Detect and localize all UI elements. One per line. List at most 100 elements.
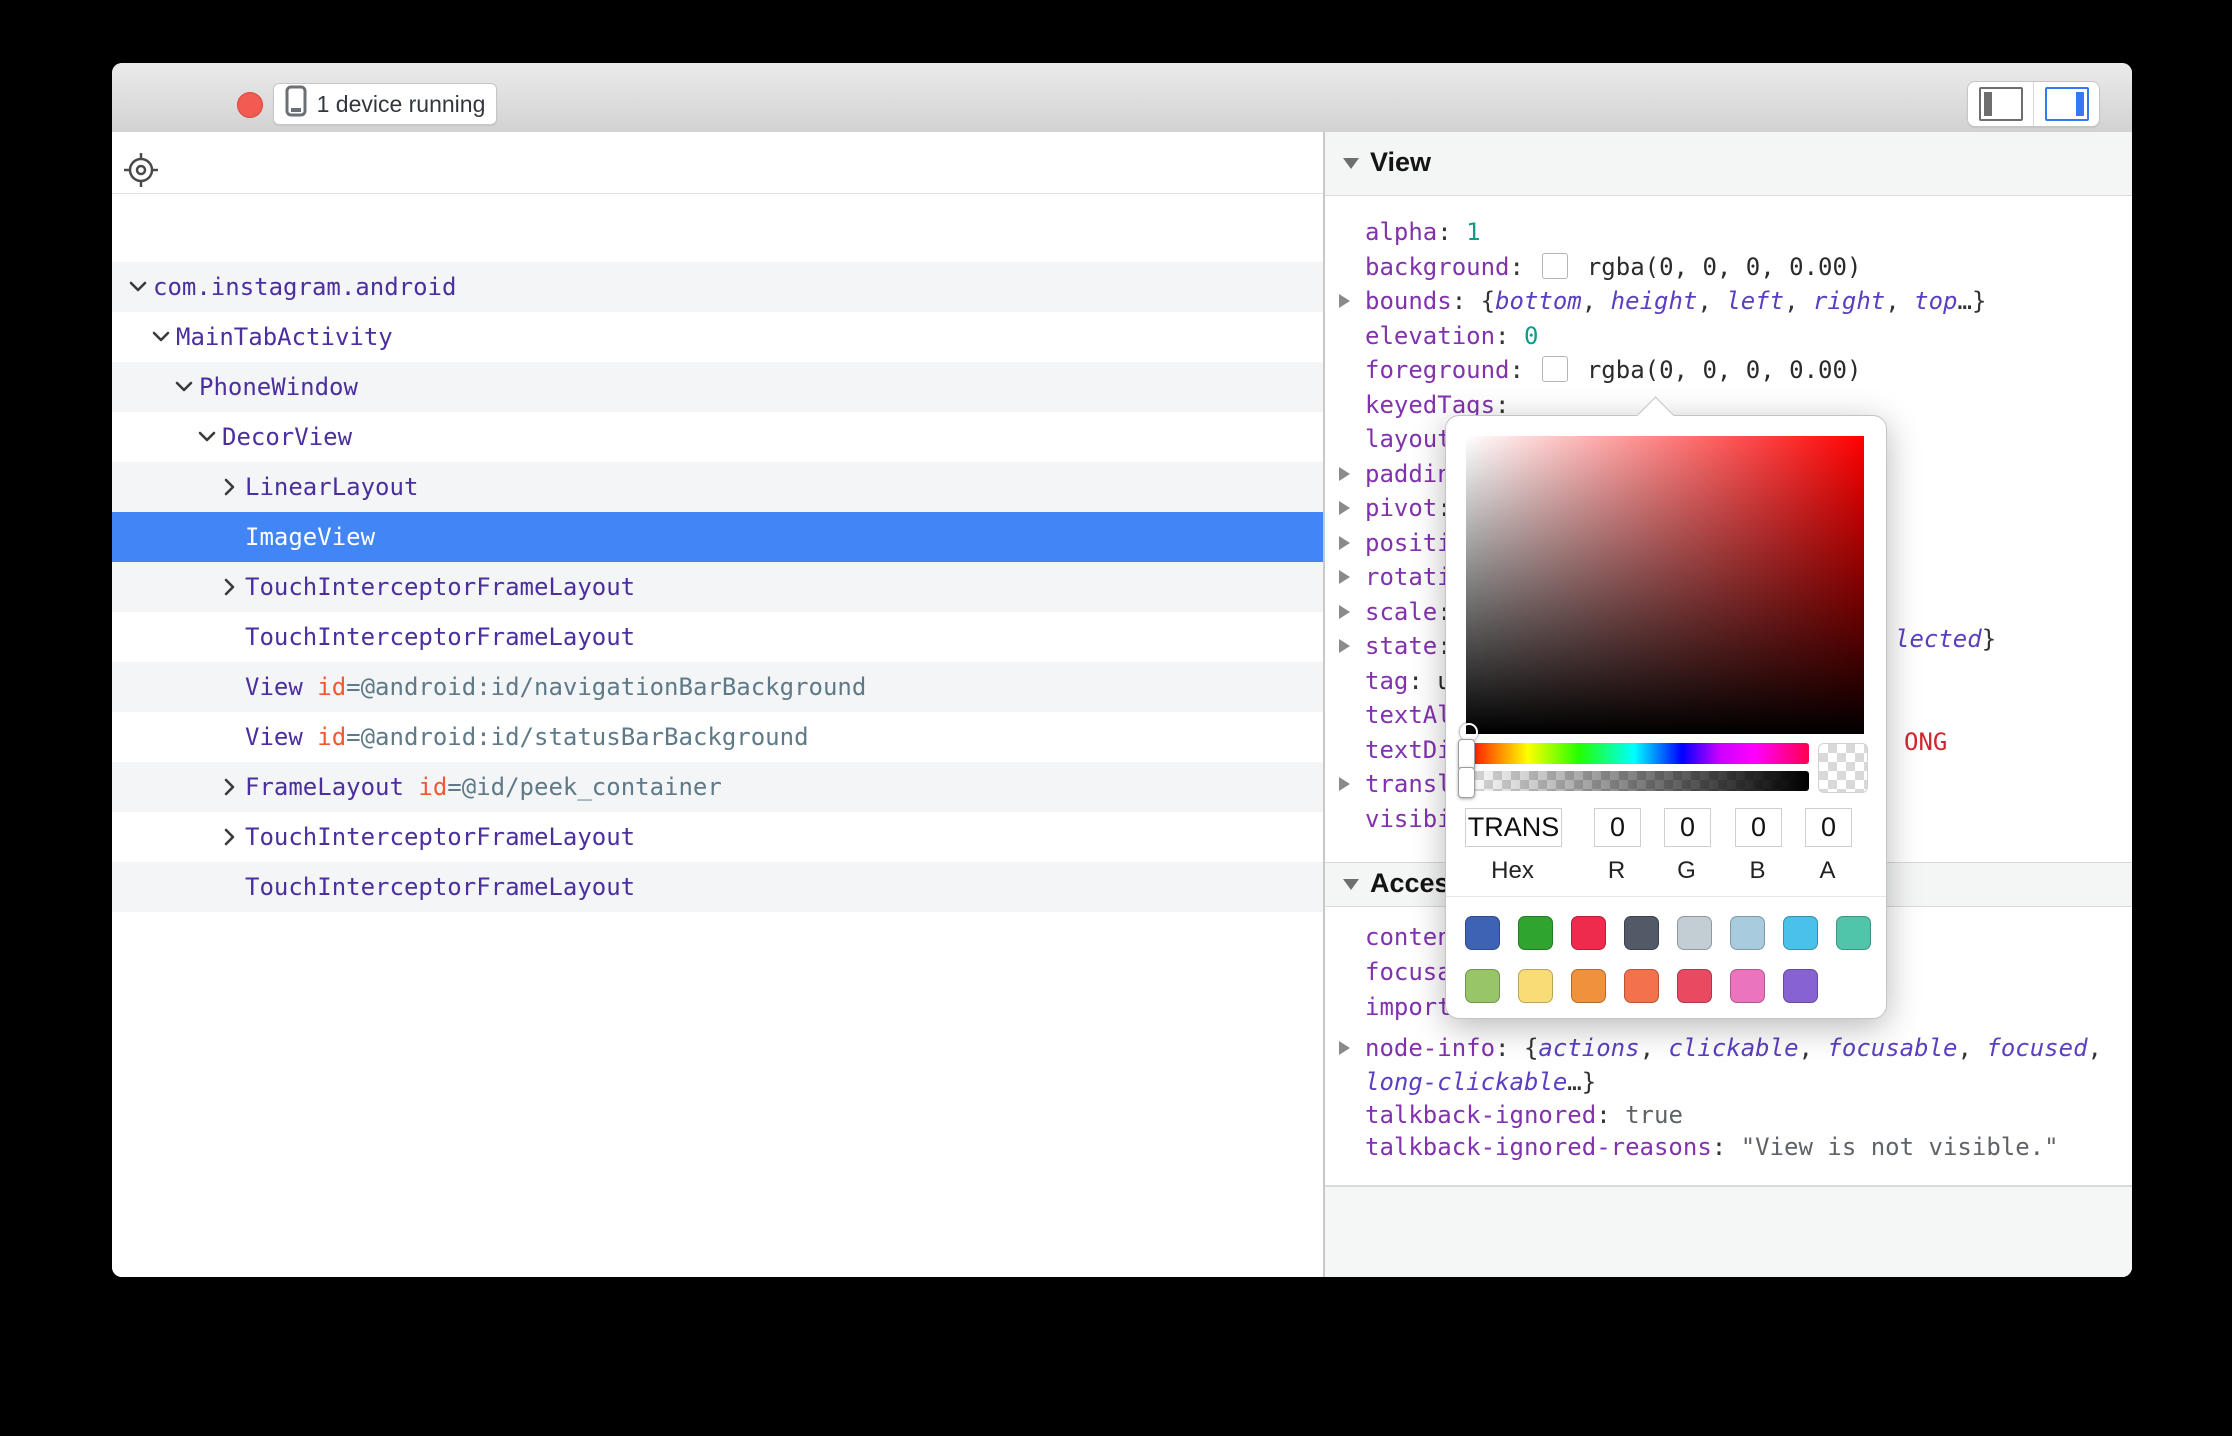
chevron-down-icon[interactable] xyxy=(128,262,148,312)
tree-row-view[interactable]: View id=@android:id/statusBarBackground xyxy=(112,712,1323,762)
expand-triangle-icon[interactable] xyxy=(1339,639,1350,653)
hex-input[interactable]: TRANS xyxy=(1465,808,1562,847)
color-preview-swatch xyxy=(1818,743,1868,793)
tree-row-touchinterceptorframelayout[interactable]: TouchInterceptorFrameLayout xyxy=(112,612,1323,662)
text-segment: background xyxy=(1365,253,1510,281)
r-label: R xyxy=(1594,856,1639,886)
text-segment: : { xyxy=(1495,1034,1538,1062)
text-segment: : xyxy=(1408,667,1437,695)
property-text: focusa xyxy=(1365,955,1452,990)
tree-row-touchinterceptorframelayout[interactable]: TouchInterceptorFrameLayout xyxy=(112,562,1323,612)
expand-triangle-icon[interactable] xyxy=(1339,605,1350,619)
preset-color-swatch[interactable] xyxy=(1571,969,1606,1003)
blue-input[interactable]: 0 xyxy=(1735,808,1782,847)
expand-triangle-icon[interactable] xyxy=(1339,1041,1350,1055)
tree-row-com.instagram.android[interactable]: com.instagram.android xyxy=(112,262,1323,312)
chevron-right-icon[interactable] xyxy=(220,812,240,862)
property-text: positi xyxy=(1365,526,1452,561)
toggle-right-panel-button[interactable] xyxy=(2033,82,2099,126)
property-text: visibi xyxy=(1365,802,1452,837)
preset-color-swatch[interactable] xyxy=(1465,916,1500,950)
tree-row-framelayout[interactable]: FrameLayout id=@id/peek_container xyxy=(112,762,1323,812)
preset-color-swatch[interactable] xyxy=(1730,969,1765,1003)
tree-row-view[interactable]: View id=@android:id/navigationBarBackgro… xyxy=(112,662,1323,712)
preset-color-swatch[interactable] xyxy=(1518,969,1553,1003)
tree-row-decorview[interactable]: DecorView xyxy=(112,412,1323,462)
tree-row-linearlayout[interactable]: LinearLayout xyxy=(112,462,1323,512)
expand-triangle-icon[interactable] xyxy=(1339,777,1350,791)
text-segment: textAl xyxy=(1365,701,1452,729)
preset-color-swatch[interactable] xyxy=(1518,916,1553,950)
tree-row-label: com.instagram.android xyxy=(153,262,456,312)
preset-color-swatch[interactable] xyxy=(1783,916,1818,950)
property-row-bounds: bounds: {bottom, height, left, right, to… xyxy=(1325,284,2132,319)
text-segment: visibi xyxy=(1365,805,1452,833)
hue-slider[interactable] xyxy=(1466,743,1809,764)
alpha-slider[interactable] xyxy=(1466,771,1809,791)
preset-color-swatch[interactable] xyxy=(1624,916,1659,950)
collapse-triangle-icon xyxy=(1343,879,1359,890)
preset-color-swatch[interactable] xyxy=(1783,969,1818,1003)
text-segment: rgba(0, 0, 0, 0.00) xyxy=(1572,356,1861,384)
property-text: talkback-ignored: true xyxy=(1365,1098,1683,1133)
color-well[interactable] xyxy=(1542,253,1568,279)
tree-row-label: PhoneWindow xyxy=(199,362,358,412)
preset-color-swatch[interactable] xyxy=(1677,916,1712,950)
device-running-label: 1 device running xyxy=(317,91,486,118)
tree-row-touchinterceptorframelayout[interactable]: TouchInterceptorFrameLayout xyxy=(112,812,1323,862)
tree-row-phonewindow[interactable]: PhoneWindow xyxy=(112,362,1323,412)
expand-triangle-icon[interactable] xyxy=(1339,467,1350,481)
color-well[interactable] xyxy=(1542,356,1568,382)
text-segment: } xyxy=(1982,625,1996,653)
property-row-node-info: node-info: {actions, clickable, focusabl… xyxy=(1325,1031,2132,1066)
preset-color-swatch[interactable] xyxy=(1571,916,1606,950)
view-section-title: View xyxy=(1370,132,1431,193)
hue-slider-thumb[interactable] xyxy=(1458,739,1475,770)
alpha-slider-thumb[interactable] xyxy=(1458,767,1475,798)
preset-color-swatch[interactable] xyxy=(1624,969,1659,1003)
property-row-long-clickable: long-clickable…} xyxy=(1325,1065,2132,1100)
chevron-right-icon[interactable] xyxy=(220,462,240,512)
preset-color-swatch[interactable] xyxy=(1730,916,1765,950)
expand-triangle-icon[interactable] xyxy=(1339,501,1350,515)
device-running-button[interactable]: 1 device running xyxy=(273,83,497,125)
tree-row-label: LinearLayout xyxy=(245,462,418,512)
chevron-right-icon[interactable] xyxy=(220,762,240,812)
accessibility-section-title: Acces xyxy=(1370,863,1450,904)
tree-row-label: TouchInterceptorFrameLayout xyxy=(245,812,635,862)
text-segment: TouchInterceptorFrameLayout xyxy=(245,573,635,601)
tree-row-touchinterceptorframelayout[interactable]: TouchInterceptorFrameLayout xyxy=(112,862,1323,912)
left-panel-icon xyxy=(1979,87,2023,121)
text-segment: rotati xyxy=(1365,563,1452,591)
property-text: rotati xyxy=(1365,560,1452,595)
expand-triangle-icon[interactable] xyxy=(1339,294,1350,308)
chevron-down-icon[interactable] xyxy=(197,412,217,462)
tree-row-maintabactivity[interactable]: MainTabActivity xyxy=(112,312,1323,362)
chevron-right-icon[interactable] xyxy=(220,562,240,612)
text-segment: right xyxy=(1813,287,1885,315)
property-text: foreground: rgba(0, 0, 0, 0.00) xyxy=(1365,353,1861,388)
preset-color-swatch[interactable] xyxy=(1836,916,1871,950)
expand-triangle-icon[interactable] xyxy=(1339,536,1350,550)
chevron-down-icon[interactable] xyxy=(151,312,171,362)
chevron-down-icon[interactable] xyxy=(174,362,194,412)
text-segment: …} xyxy=(1958,287,1987,315)
preset-color-swatch[interactable] xyxy=(1677,969,1712,1003)
tree-row-imageview[interactable]: ImageView xyxy=(112,512,1323,562)
text-segment: 1 xyxy=(1466,218,1480,246)
green-input[interactable]: 0 xyxy=(1664,808,1711,847)
expand-triangle-icon[interactable] xyxy=(1339,570,1350,584)
property-row-talkback-ignored-reasons: talkback-ignored-reasons: "View is not v… xyxy=(1325,1130,2132,1165)
text-segment: View xyxy=(245,723,317,751)
alpha-input[interactable]: 0 xyxy=(1805,808,1852,847)
target-locate-button[interactable] xyxy=(121,150,161,195)
text-segment: focusa xyxy=(1365,958,1452,986)
a-label: A xyxy=(1805,856,1850,886)
toggle-left-panel-button[interactable] xyxy=(1968,82,2033,126)
preset-color-swatch[interactable] xyxy=(1465,969,1500,1003)
text-segment: layout xyxy=(1365,425,1452,453)
close-window-button[interactable] xyxy=(237,92,263,118)
red-input[interactable]: 0 xyxy=(1594,808,1641,847)
view-section-header[interactable]: View xyxy=(1325,132,2132,196)
saturation-brightness-field[interactable] xyxy=(1466,436,1864,734)
